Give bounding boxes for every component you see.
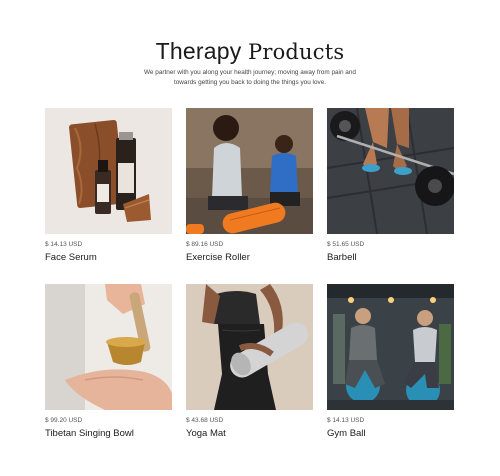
barbell-image[interactable] <box>327 108 454 234</box>
product-price: $ 89.16 USD <box>186 241 224 248</box>
product-name[interactable]: Face Serum <box>45 252 97 263</box>
product-name[interactable]: Barbell <box>327 252 357 263</box>
product-price: $ 14.13 USD <box>45 241 83 248</box>
face-serum-image[interactable] <box>45 108 172 234</box>
product-price: $ 43.68 USD <box>186 417 224 424</box>
product-name[interactable]: Tibetan Singing Bowl <box>45 428 134 439</box>
page-title-word-1: Therapy <box>155 38 242 64</box>
exercise-roller-image[interactable] <box>186 108 313 234</box>
product-name[interactable]: Yoga Mat <box>186 428 226 439</box>
product-name[interactable]: Gym Ball <box>327 428 366 439</box>
gym-ball-image[interactable] <box>327 284 454 410</box>
page-subtitle: We partner with you along your health jo… <box>130 68 370 87</box>
product-name[interactable]: Exercise Roller <box>186 252 250 263</box>
product-price: $ 14.13 USD <box>327 417 365 424</box>
page-title: Therapy Products <box>0 38 500 65</box>
subtitle-line-1: We partner with you along your health jo… <box>144 69 356 76</box>
subtitle-line-2: towards getting you back to doing the th… <box>173 78 327 86</box>
singing-bowl-image[interactable] <box>45 284 172 410</box>
product-price: $ 51.65 USD <box>327 241 365 248</box>
product-price: $ 99.20 USD <box>45 417 83 424</box>
yoga-mat-image[interactable] <box>186 284 313 410</box>
page-title-word-2: Products <box>248 40 345 64</box>
